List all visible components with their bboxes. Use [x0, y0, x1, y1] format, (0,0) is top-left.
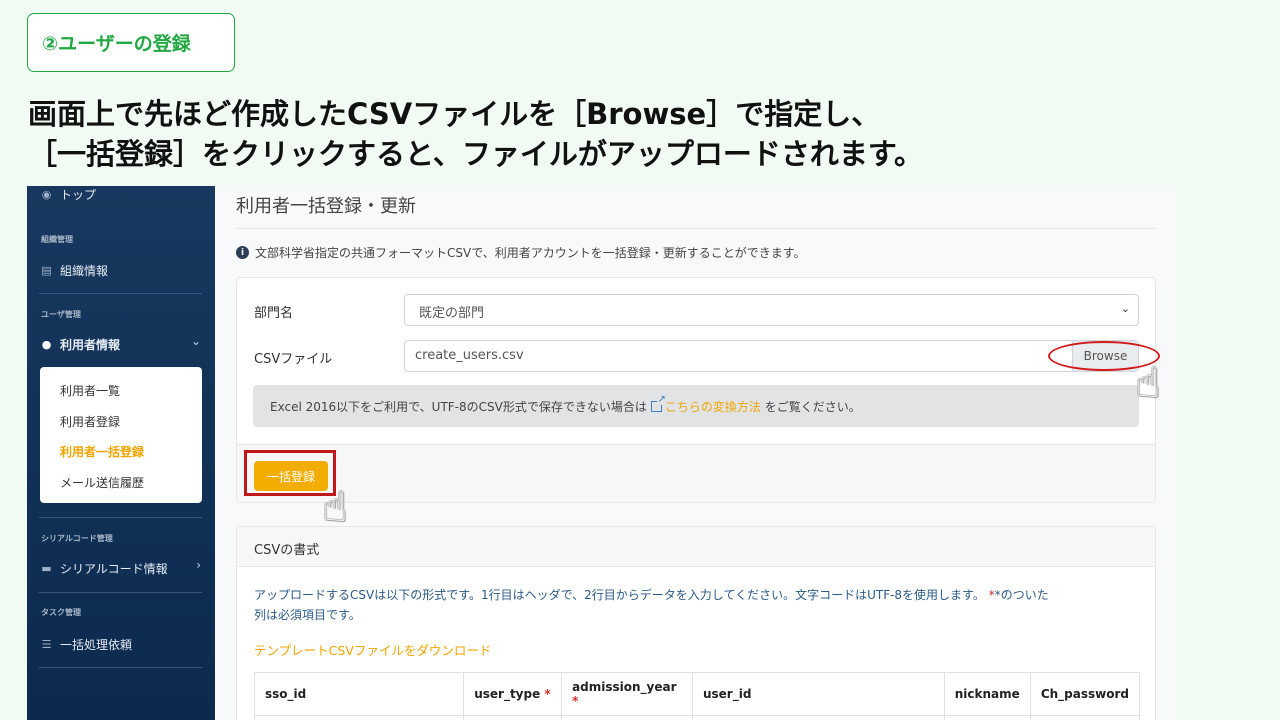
table-row [253, 715, 1141, 720]
info-text: i 文部科学省指定の共通フォーマットCSVで、利用者アカウントを一括登録・更新す… [236, 244, 806, 261]
excel-notice: Excel 2016以下をご利用で、UTF-8のCSV形式で保存できない場合は こ… [253, 385, 1139, 427]
sidebar-item-label: 利用者情報 [60, 338, 121, 352]
sidebar-divider [39, 293, 202, 294]
csv-format-card: CSVの書式 アップロードするCSVは以下の形式です。1行目はヘッダで、2行目か… [236, 526, 1156, 720]
sidebar-item-label: 一括処理依頼 [60, 638, 133, 652]
column-name: nickname [954, 687, 1020, 701]
upload-form-card: 部門名 既定の部門 ⌄ CSVファイル create_users.csv Bro… [236, 277, 1156, 503]
format-table: sso_id user_type * admission_year * user… [253, 672, 1141, 720]
sidebar-item-label: 組織情報 [60, 264, 109, 278]
column-header: Ch_password [1029, 672, 1141, 716]
sidebar-item-label: シリアルコード情報 [60, 562, 168, 576]
csv-format-description: アップロードするCSVは以下の形式です。1行目はヘッダで、2行目からデータを入力… [254, 585, 1139, 625]
sidebar-section-user: ユーザ管理 [41, 310, 81, 319]
user-submenu: 利用者一覧 利用者登録 利用者一括登録 メール送信履歴 [40, 367, 202, 503]
notice-suffix: をご覧ください。 [764, 400, 861, 414]
title-divider [236, 228, 1156, 229]
dept-select-value: 既定の部門 [419, 306, 485, 321]
sidebar-divider [39, 592, 202, 593]
user-icon: ● [41, 338, 52, 351]
csv-format-heading: CSVの書式 [237, 527, 1155, 567]
info-text-content: 文部科学省指定の共通フォーマットCSVで、利用者アカウントを一括登録・更新するこ… [255, 246, 806, 260]
info-icon: i [236, 246, 249, 259]
chevron-down-icon: ⌄ [1120, 302, 1130, 315]
column-header: nickname [943, 672, 1031, 716]
table-cell [561, 715, 693, 720]
table-cell [1029, 715, 1141, 720]
app-screenshot: ◉ トップ 組織管理 ▤ 組織情報 ユーザ管理 ● 利用者情報 ⌄ 利用者一覧 … [27, 186, 1177, 720]
pointer-hand-icon: ☝ [1135, 358, 1161, 407]
csv-file-name: create_users.csv [415, 348, 524, 363]
pointer-hand-icon: ☝ [322, 482, 348, 531]
dashboard-icon: ◉ [41, 188, 52, 201]
table-header-row: sso_id user_type * admission_year * user… [253, 672, 1141, 716]
page-title: 利用者一括登録・更新 [236, 196, 416, 217]
submenu-item-bulk-register[interactable]: 利用者一括登録 [60, 443, 144, 460]
sidebar-section-org: 組織管理 [41, 235, 73, 244]
headline-line-2: ［一括登録］をクリックすると、ファイルがアップロードされます。 [28, 137, 923, 171]
conversion-method-link[interactable]: こちらの変換方法 [665, 400, 761, 414]
sidebar-item-org-info[interactable]: ▤ 組織情報 [41, 262, 108, 279]
submenu-item-user-register[interactable]: 利用者登録 [60, 413, 120, 430]
sidebar-item-user-info[interactable]: ● 利用者情報 [41, 336, 120, 353]
sidebar-section-task: タスク管理 [41, 608, 81, 617]
csv-file-input[interactable]: create_users.csv Browse [404, 340, 1139, 372]
column-name: Ch_password [1040, 687, 1129, 701]
description-line: アップロードするCSVは以下の形式です。1行目はヘッダで、2行目からデータを入力… [254, 588, 985, 602]
column-name: admission_year [572, 680, 677, 694]
template-download-link[interactable]: テンプレートCSVファイルをダウンロード [254, 640, 491, 659]
main-content: 利用者一括登録・更新 i 文部科学省指定の共通フォーマットCSVで、利用者アカウ… [215, 186, 1177, 720]
folder-icon: ▬ [41, 562, 52, 575]
sidebar-item-bulk-request[interactable]: ☰ 一括処理依頼 [41, 636, 132, 653]
sidebar-item-label: トップ [60, 188, 97, 202]
sidebar: ◉ トップ 組織管理 ▤ 組織情報 ユーザ管理 ● 利用者情報 ⌄ 利用者一覧 … [27, 186, 215, 720]
table-cell [253, 715, 465, 720]
submenu-item-mail-history[interactable]: メール送信履歴 [60, 474, 144, 491]
list-icon: ☰ [41, 638, 52, 651]
table-cell [463, 715, 563, 720]
column-name: sso_id [265, 687, 307, 701]
required-mark: * [572, 694, 579, 708]
chevron-down-icon[interactable]: ⌄ [191, 334, 201, 348]
headline: 画面上で先ほど作成したCSVファイルを［Browse］で指定し、 ［一括登録］を… [28, 94, 923, 174]
csv-label: CSVファイル [254, 352, 333, 367]
column-name: user_type [474, 687, 541, 701]
table-cell [691, 715, 945, 720]
dept-select[interactable]: 既定の部門 ⌄ [404, 294, 1139, 326]
sidebar-item-top[interactable]: ◉ トップ [41, 186, 96, 203]
description-required: *のついた [994, 588, 1049, 602]
description-line: 列は必須項目です。 [254, 608, 361, 622]
sidebar-divider [39, 667, 202, 668]
bulk-register-button[interactable]: 一括登録 [254, 461, 328, 491]
column-header: user_type * [463, 672, 563, 716]
submenu-item-user-list[interactable]: 利用者一覧 [60, 382, 120, 399]
step-badge: ②ユーザーの登録 [27, 13, 235, 72]
required-mark: * [544, 687, 551, 701]
sidebar-divider [39, 517, 202, 518]
dept-label: 部門名 [254, 306, 294, 321]
column-header: user_id [691, 672, 945, 716]
chevron-right-icon[interactable]: › [196, 558, 201, 572]
notice-prefix: Excel 2016以下をご利用で、UTF-8のCSV形式で保存できない場合は [270, 400, 647, 414]
table-cell [943, 715, 1031, 720]
column-name: user_id [702, 687, 752, 701]
external-link-icon [650, 395, 666, 412]
building-icon: ▤ [41, 264, 52, 277]
sidebar-section-serial: シリアルコード管理 [41, 534, 113, 543]
column-header: admission_year * [561, 672, 693, 716]
column-header: sso_id [253, 672, 465, 716]
headline-line-1: 画面上で先ほど作成したCSVファイルを［Browse］で指定し、 [28, 97, 881, 131]
sidebar-item-serial-info[interactable]: ▬ シリアルコード情報 [41, 560, 168, 577]
form-footer: 一括登録 [237, 444, 1155, 502]
